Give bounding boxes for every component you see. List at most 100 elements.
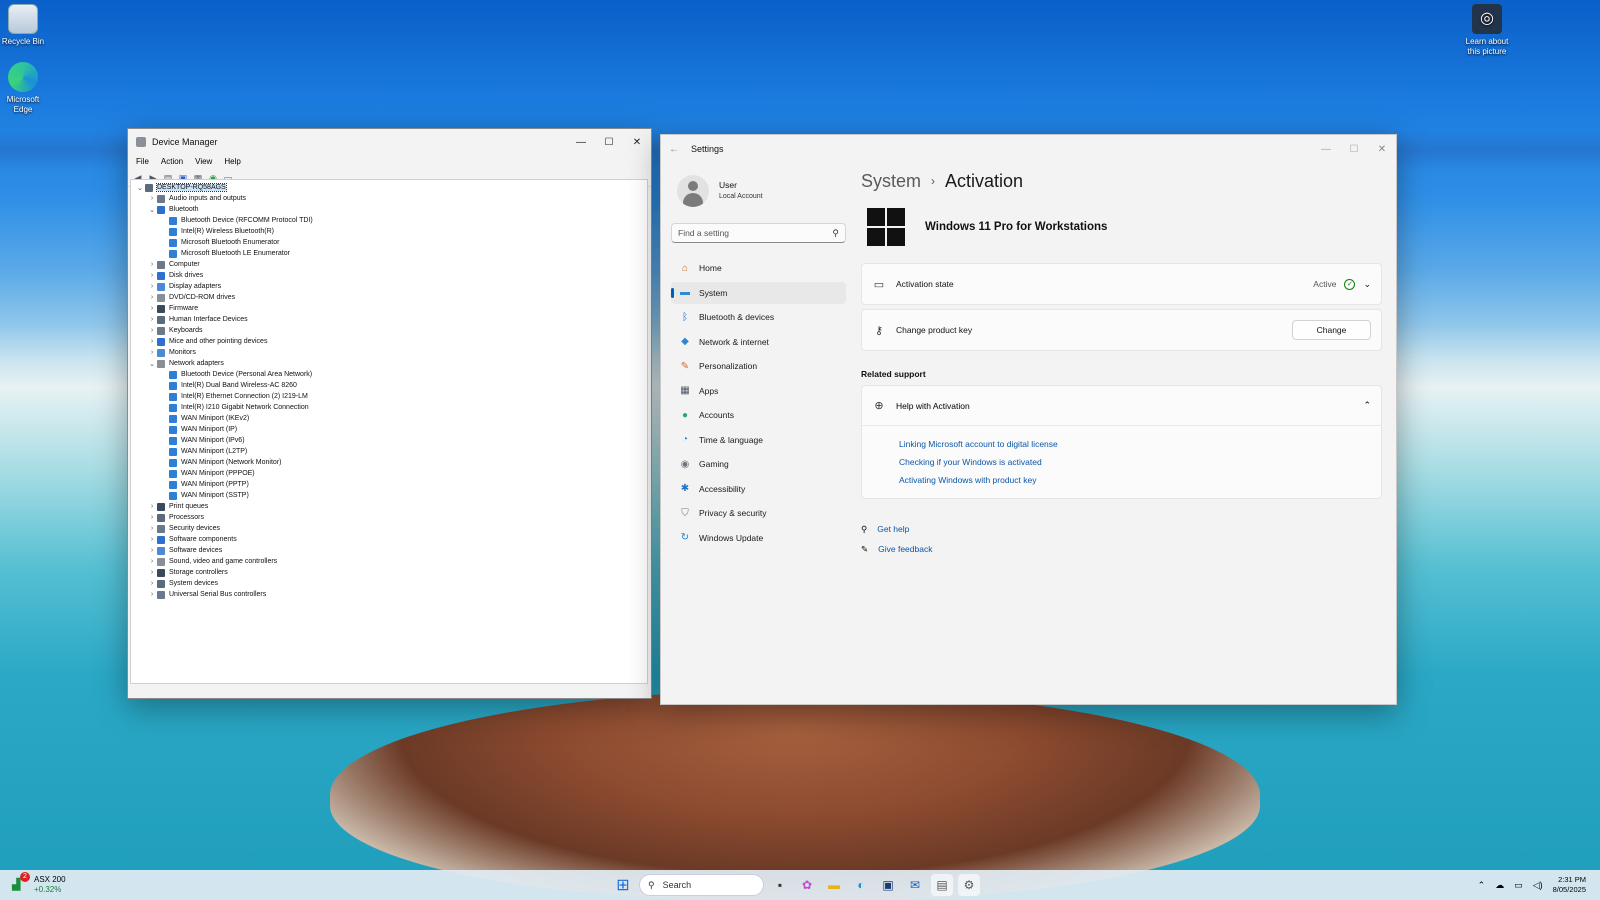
device-category[interactable]: › Sound, video and game controllers: [131, 556, 647, 567]
expand-arrow-icon[interactable]: ›: [147, 294, 157, 301]
device-tree[interactable]: ⌄ DESKTOP-RQ58AGS › Audio inputs and output…: [130, 179, 648, 684]
expand-arrow-icon[interactable]: ›: [147, 558, 157, 565]
sidebar-item-brush[interactable]: ✎ Personalization: [671, 355, 846, 377]
help-card-header[interactable]: ⊕ Help with Activation ⌃: [862, 386, 1381, 426]
device-item[interactable]: WAN Miniport (IKEv2): [131, 413, 647, 424]
expand-arrow-icon[interactable]: ›: [147, 305, 157, 312]
device-category[interactable]: › DVD/CD-ROM drives: [131, 292, 647, 303]
sidebar-item-system[interactable]: ▬ System: [671, 281, 846, 304]
device-item[interactable]: WAN Miniport (Network Monitor): [131, 457, 647, 468]
menu-help[interactable]: Help: [224, 157, 240, 167]
device-category[interactable]: › Processors: [131, 512, 647, 523]
device-category[interactable]: ⌄ Network adapters: [131, 358, 647, 369]
device-item[interactable]: Intel(R) I210 Gigabit Network Connection: [131, 402, 647, 413]
device-category[interactable]: › Monitors: [131, 347, 647, 358]
edge-icon[interactable]: ◐: [850, 874, 872, 896]
expand-arrow-icon[interactable]: ›: [147, 261, 157, 268]
expand-arrow-icon[interactable]: ›: [147, 272, 157, 279]
device-category[interactable]: › System devices: [131, 578, 647, 589]
clock[interactable]: 2:31 PM 8/05/2025: [1553, 875, 1586, 895]
give-feedback-link[interactable]: Give feedback: [878, 544, 932, 554]
help-link-check-activated[interactable]: Checking if your Windows is activated: [899, 454, 1381, 472]
expand-arrow-icon[interactable]: ›: [147, 316, 157, 323]
menu-view[interactable]: View: [195, 157, 212, 167]
device-item[interactable]: WAN Miniport (SSTP): [131, 490, 647, 501]
change-product-key-button[interactable]: Change: [1292, 320, 1371, 340]
device-category[interactable]: › Print queues: [131, 501, 647, 512]
expand-arrow-icon[interactable]: ›: [147, 580, 157, 587]
desktop-icon-edge[interactable]: Microsoft Edge: [0, 62, 53, 115]
device-item[interactable]: Intel(R) Wireless Bluetooth(R): [131, 226, 647, 237]
sidebar-item-globe[interactable]: ◔ Time & language: [671, 429, 846, 451]
file-explorer-icon[interactable]: ▬: [823, 874, 845, 896]
sidebar-item-wifi[interactable]: ◆ Network & internet: [671, 331, 846, 353]
device-item[interactable]: Microsoft Bluetooth Enumerator: [131, 237, 647, 248]
search-input[interactable]: Find a setting ⚲: [671, 223, 846, 243]
device-category[interactable]: › Software components: [131, 534, 647, 545]
expand-arrow-icon[interactable]: ›: [147, 338, 157, 345]
expand-arrow-icon[interactable]: ›: [147, 349, 157, 356]
device-category[interactable]: › Software devices: [131, 545, 647, 556]
device-manager-window[interactable]: Device Manager — ☐ ✕ File Action View He…: [127, 128, 652, 699]
device-category[interactable]: › Firmware: [131, 303, 647, 314]
store-icon[interactable]: ▣: [877, 874, 899, 896]
volume-icon[interactable]: ◁): [1533, 880, 1543, 891]
collapse-arrow-icon[interactable]: ⌄: [135, 184, 145, 192]
device-category[interactable]: › Keyboards: [131, 325, 647, 336]
expand-arrow-icon[interactable]: ›: [147, 569, 157, 576]
close-button[interactable]: ✕: [1368, 136, 1396, 162]
menu-action[interactable]: Action: [161, 157, 183, 167]
device-category[interactable]: › Audio inputs and outputs: [131, 193, 647, 204]
device-category[interactable]: › Computer: [131, 259, 647, 270]
expand-arrow-icon[interactable]: ›: [147, 536, 157, 543]
collapse-arrow-icon[interactable]: ⌄: [147, 360, 157, 368]
outlook-icon[interactable]: ✉: [904, 874, 926, 896]
maximize-button[interactable]: ☐: [595, 129, 623, 155]
minimize-button[interactable]: —: [567, 129, 595, 155]
device-category[interactable]: › Universal Serial Bus controllers: [131, 589, 647, 600]
get-help-link[interactable]: Get help: [877, 524, 909, 534]
minimize-button[interactable]: —: [1312, 136, 1340, 162]
settings-window[interactable]: ← Settings — ☐ ✕ User Local Account Find…: [660, 134, 1397, 705]
settings-titlebar[interactable]: ← Settings — ☐ ✕: [661, 135, 1396, 163]
device-item[interactable]: WAN Miniport (IPv6): [131, 435, 647, 446]
device-manager-titlebar[interactable]: Device Manager — ☐ ✕: [128, 129, 651, 155]
device-item[interactable]: WAN Miniport (PPPOE): [131, 468, 647, 479]
sidebar-item-person[interactable]: ● Accounts: [671, 404, 846, 426]
expand-arrow-icon[interactable]: ›: [147, 547, 157, 554]
breadcrumb-parent[interactable]: System: [861, 171, 921, 192]
device-category[interactable]: › Human Interface Devices: [131, 314, 647, 325]
expand-arrow-icon[interactable]: ›: [147, 283, 157, 290]
expand-arrow-icon[interactable]: ›: [147, 591, 157, 598]
device-category[interactable]: › Display adapters: [131, 281, 647, 292]
sidebar-item-accessibility[interactable]: ✱ Accessibility: [671, 478, 846, 500]
chevron-down-icon[interactable]: ⌄: [1363, 279, 1371, 290]
sidebar-item-update[interactable]: ↻ Windows Update: [671, 527, 846, 549]
device-item[interactable]: WAN Miniport (IP): [131, 424, 647, 435]
device-item[interactable]: Intel(R) Dual Band Wireless-AC 8260: [131, 380, 647, 391]
expand-arrow-icon[interactable]: ›: [147, 327, 157, 334]
taskbar-search[interactable]: ⚲ Search: [639, 874, 764, 896]
sidebar-item-shield[interactable]: ⛉ Privacy & security: [671, 502, 846, 524]
sidebar-item-home[interactable]: ⌂ Home: [671, 257, 846, 279]
settings-gear-icon[interactable]: ⚙: [958, 874, 980, 896]
chevron-up-icon[interactable]: ⌃: [1478, 880, 1486, 891]
device-category[interactable]: ⌄ Bluetooth: [131, 204, 647, 215]
network-icon[interactable]: ▭: [1514, 880, 1523, 891]
device-category[interactable]: › Storage controllers: [131, 567, 647, 578]
device-manager-taskbar-icon[interactable]: ▤: [931, 874, 953, 896]
computer-root-node[interactable]: ⌄ DESKTOP-RQ58AGS: [131, 182, 647, 193]
activation-state-card[interactable]: ▭ Activation state Active ✓ ⌄: [861, 263, 1382, 305]
expand-arrow-icon[interactable]: ›: [147, 195, 157, 202]
menu-file[interactable]: File: [136, 157, 149, 167]
desktop-icon-recycle-bin[interactable]: Recycle Bin: [0, 4, 53, 47]
expand-arrow-icon[interactable]: ›: [147, 525, 157, 532]
expand-arrow-icon[interactable]: ›: [147, 514, 157, 521]
device-category[interactable]: › Security devices: [131, 523, 647, 534]
device-category[interactable]: › Disk drives: [131, 270, 647, 281]
desktop-icon-learn-picture[interactable]: ◎ Learn about this picture: [1457, 4, 1517, 57]
stock-widget[interactable]: ▟ 2 ASX 200 +0.32%: [12, 872, 66, 895]
maximize-button[interactable]: ☐: [1340, 136, 1368, 162]
help-link-product-key[interactable]: Activating Windows with product key: [899, 472, 1381, 490]
device-item[interactable]: WAN Miniport (PPTP): [131, 479, 647, 490]
